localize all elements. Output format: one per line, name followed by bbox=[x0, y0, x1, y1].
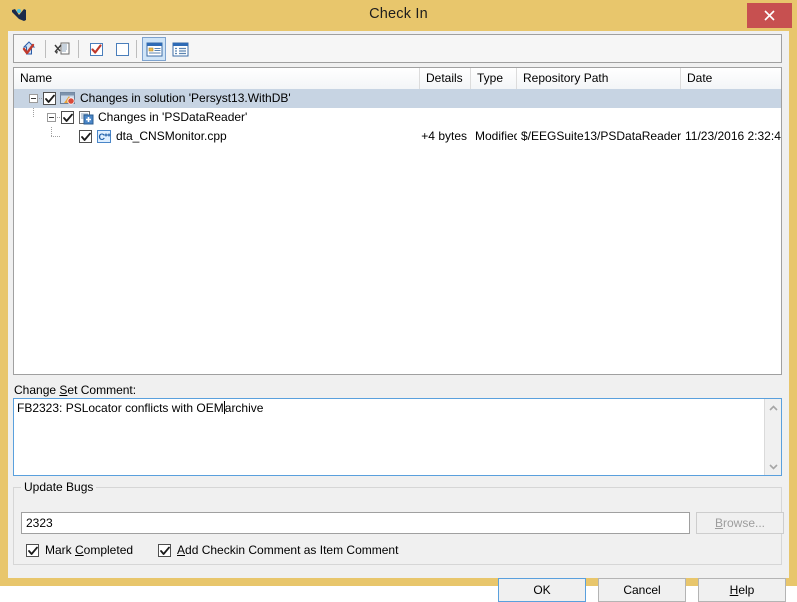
expander-toggle[interactable] bbox=[47, 113, 56, 122]
compare-changes-icon bbox=[54, 42, 70, 55]
column-header-type[interactable]: Type bbox=[471, 68, 517, 89]
close-icon bbox=[764, 10, 775, 21]
row-repository-path bbox=[521, 108, 681, 127]
row-details bbox=[420, 89, 467, 108]
expander-toggle[interactable] bbox=[29, 94, 38, 103]
window-title: Check In bbox=[369, 6, 428, 22]
ok-button[interactable]: OK bbox=[498, 578, 586, 602]
mark-completed-label: Mark Completed bbox=[45, 543, 134, 557]
row-type: Modified bbox=[475, 129, 517, 143]
bug-ids-input[interactable] bbox=[21, 512, 690, 534]
tree-line bbox=[51, 136, 61, 137]
check-all-icon bbox=[89, 42, 103, 56]
table-row[interactable]: C dta_CNSMonitor.cpp +4 bytes Modified $… bbox=[14, 127, 781, 146]
browse-button[interactable]: Browse... bbox=[696, 512, 784, 534]
add-checkin-comment-checkbox[interactable]: Add Checkin Comment as Item Comment bbox=[158, 542, 398, 558]
table-row[interactable]: Changes in 'PSDataReader' bbox=[14, 108, 781, 127]
column-header-details[interactable]: Details bbox=[420, 68, 471, 89]
list-view-icon-button[interactable] bbox=[168, 37, 192, 61]
row-details: +4 bytes bbox=[421, 129, 467, 143]
tree-line bbox=[33, 108, 34, 117]
cancel-button[interactable]: Cancel bbox=[598, 578, 686, 602]
comment-scrollbar[interactable] bbox=[764, 399, 781, 475]
list-header-row: Name Details Type Repository Path Date bbox=[14, 68, 781, 90]
row-name-label: Changes in 'PSDataReader' bbox=[98, 110, 248, 124]
change-set-comment-textarea[interactable]: FB2323: PSLocator conflicts with OEMarch… bbox=[13, 398, 782, 476]
row-repository-path bbox=[521, 89, 681, 108]
toolbar-separator-2 bbox=[78, 40, 79, 58]
svg-text:C: C bbox=[99, 132, 106, 142]
check-in-dialog-window: Check In Name Details Type Repository Pa… bbox=[0, 0, 797, 602]
checkmark-icon bbox=[63, 113, 73, 122]
table-row[interactable]: Changes in solution 'Persyst13.WithDB' bbox=[14, 89, 781, 108]
changes-list[interactable]: Name Details Type Repository Path Date C… bbox=[13, 67, 782, 375]
row-date bbox=[685, 108, 781, 127]
help-button[interactable]: Help bbox=[698, 578, 786, 602]
comment-text-value: FB2323: PSLocator conflicts with OEMarch… bbox=[17, 401, 264, 415]
row-name-label: Changes in solution 'Persyst13.WithDB' bbox=[80, 91, 291, 105]
row-date: 11/23/2016 2:32:45 ... bbox=[685, 129, 781, 143]
checkbox-box bbox=[26, 543, 39, 557]
checkbox-box bbox=[158, 543, 171, 557]
toolbar-separator-3 bbox=[136, 40, 137, 58]
row-details bbox=[420, 108, 467, 127]
chevron-down-icon[interactable] bbox=[765, 458, 782, 475]
checkmark-icon bbox=[45, 94, 55, 103]
chevron-up-icon[interactable] bbox=[765, 399, 782, 416]
check-in-arrow-icon bbox=[22, 41, 36, 55]
toolbar bbox=[13, 34, 782, 63]
row-repository-path: $/EEGSuite13/PSDataReader/... bbox=[521, 129, 681, 143]
column-header-repository-path[interactable]: Repository Path bbox=[517, 68, 681, 89]
row-checkbox[interactable] bbox=[43, 92, 56, 105]
title-bar: Check In bbox=[0, 0, 797, 31]
row-type bbox=[475, 108, 517, 127]
compare-changes-icon-button[interactable] bbox=[50, 37, 74, 61]
row-type bbox=[475, 89, 517, 108]
mark-completed-checkbox[interactable]: Mark Completed bbox=[26, 542, 133, 558]
check-in-arrow-icon-button[interactable] bbox=[17, 37, 41, 61]
row-name-label: dta_CNSMonitor.cpp bbox=[116, 129, 227, 143]
add-checkin-comment-label: Add Checkin Comment as Item Comment bbox=[177, 543, 399, 557]
row-checkbox[interactable] bbox=[79, 130, 92, 143]
uncheck-all-icon bbox=[115, 42, 129, 56]
change-set-comment-label: Change Set Comment: bbox=[14, 383, 137, 397]
uncheck-all-icon-button[interactable] bbox=[110, 37, 134, 61]
checkmark-icon bbox=[160, 546, 170, 555]
column-header-date[interactable]: Date bbox=[681, 68, 781, 89]
check-all-icon-button[interactable] bbox=[84, 37, 108, 61]
dialog-body: Name Details Type Repository Path Date C… bbox=[8, 31, 789, 602]
tree-line bbox=[51, 127, 52, 136]
checkmark-icon bbox=[81, 132, 91, 141]
close-button[interactable] bbox=[747, 3, 792, 28]
checkmark-icon bbox=[28, 546, 38, 555]
column-header-name[interactable]: Name bbox=[14, 68, 420, 89]
update-bugs-legend: Update Bugs bbox=[21, 480, 97, 494]
toolbar-separator-1 bbox=[45, 40, 46, 58]
list-view-icon bbox=[172, 42, 188, 56]
cpp-file-icon: C bbox=[96, 129, 112, 150]
row-date bbox=[685, 89, 781, 108]
detail-view-icon-button[interactable] bbox=[142, 37, 166, 61]
detail-view-icon bbox=[146, 42, 162, 56]
row-checkbox[interactable] bbox=[61, 111, 74, 124]
